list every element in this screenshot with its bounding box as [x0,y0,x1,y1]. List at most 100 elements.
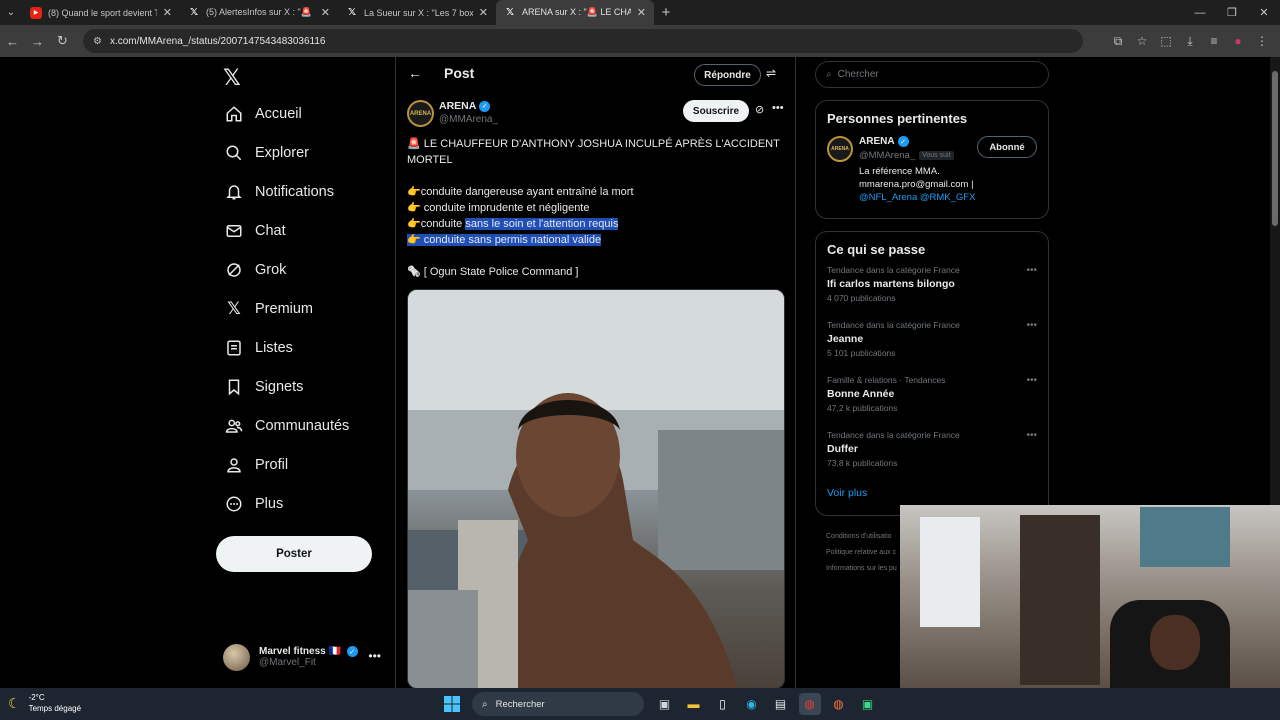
weather-widget[interactable]: ☾ -2°C Temps dégagé [8,692,81,714]
x-icon: 𝕏 [505,7,515,18]
restore-icon[interactable]: ❐ [1216,0,1248,25]
search-placeholder: Chercher [837,69,879,80]
nav-item-explorer[interactable]: Explorer [223,138,309,168]
trend-item[interactable]: Famille & relations · Tendances Bonne An… [827,375,1037,430]
close-tab-icon[interactable]: ✕ [163,6,172,19]
browser-tab-active[interactable]: 𝕏 ARENA sur X : "🚨 LE CHAUFFE ✕ [496,0,654,25]
nav-item-premium[interactable]: 𝕏 Premium [223,294,313,324]
more-dots-icon[interactable]: ••• [1026,265,1037,276]
scrollbar-thumb[interactable] [1272,71,1278,226]
reload-icon[interactable]: ↻ [50,33,75,49]
media-icon[interactable]: ≡ [1202,34,1226,48]
taskbar-search-label: Rechercher [495,698,545,710]
url-field[interactable]: ⚙ x.com/MMArena_/status/2007147543483036… [83,29,1083,53]
trend-item[interactable]: Tendance dans la catégorie France Duffer… [827,430,1037,485]
nav-item-listes[interactable]: Listes [223,333,293,363]
nav-item-grok[interactable]: Grok [223,255,286,285]
nav-item-plus[interactable]: Plus [223,489,283,519]
footer-link[interactable]: Politique relative aux c [826,545,906,561]
relevant-person[interactable]: ARENA ARENA ✓ @MMArena_ Vous suit Abonné L… [827,134,1037,214]
settings-sliders-icon[interactable]: ⇌ [766,66,776,80]
bio-links[interactable]: @NFL_Arena @RMK_GFX [859,191,1039,204]
post-header: ← Post Répondre ⇌ [396,57,795,91]
menu-dots-icon[interactable]: ⋮ [1250,34,1274,48]
close-window-icon[interactable]: ✕ [1248,0,1280,25]
firefox-icon[interactable]: ◍ [828,693,850,715]
author-name[interactable]: ARENA ✓ [439,100,491,112]
see-more-link[interactable]: Voir plus [827,487,1037,499]
notepad-icon[interactable]: ▯ [712,693,734,715]
file-explorer-icon[interactable]: ▬ [683,693,705,715]
grok-icon[interactable]: ⊘ [755,103,764,116]
minimize-icon[interactable]: — [1184,0,1216,25]
author-handle[interactable]: @MMArena_ [439,114,498,125]
person-icon [223,456,245,474]
weather-temp: -2°C [28,693,45,702]
windows-taskbar: ☾ -2°C Temps dégagé ⌕ Rechercher ▣ ▬ ▯ ◉ … [0,688,1280,720]
extensions-icon[interactable]: ⬚ [1154,34,1178,48]
chrome-icon[interactable]: ◍ [798,693,821,715]
bell-icon [223,183,245,201]
nav-label: Grok [255,262,287,278]
forward-arrow-icon[interactable]: → [25,34,50,49]
close-tab-icon[interactable]: ✕ [321,6,330,19]
close-tab-icon[interactable]: ✕ [637,6,646,19]
browser-tab[interactable]: 𝕏 (5) AlertesInfos sur X : "🚨 FLAS ✕ [180,0,338,25]
post-line-selected: 👉 conduite sans permis national valide [407,234,602,246]
person-name[interactable]: ARENA ✓ [859,136,909,147]
tab-title: ARENA sur X : "🚨 LE CHAUFFE [522,7,631,17]
close-tab-icon[interactable]: ✕ [479,6,488,19]
account-switcher[interactable]: Marvel fitness 🇫🇷 ✓ @Marvel_Fit ••• [223,641,393,673]
browser-tab[interactable]: ▶ (8) Quand le sport devient TOX ✕ [22,0,180,25]
back-arrow-icon[interactable]: ← [408,65,422,81]
nav-item-chat[interactable]: Chat [223,216,286,246]
avatar[interactable]: ARENA [407,100,434,127]
more-dots-icon[interactable]: ••• [1026,320,1037,331]
post-line: 🚨 LE CHAUFFEUR D'ANTHONY JOSHUA INCULPÉ … [407,138,780,166]
more-dots-icon[interactable]: ••• [1026,375,1037,386]
cast-icon[interactable]: ⧉ [1106,34,1130,49]
following-button[interactable]: Abonné [977,136,1037,158]
more-dots-icon[interactable]: ••• [368,649,381,663]
nav-item-signets[interactable]: Signets [223,372,303,402]
trend-item[interactable]: Tendance dans la catégorie France Jeanne… [827,320,1037,375]
browser-tab[interactable]: 𝕏 La Sueur sur X : "Les 7 boxeurs ✕ [338,0,496,25]
tab-list-chevron-icon[interactable]: ⌄ [0,0,22,25]
new-tab-plus-icon[interactable]: + [654,4,678,21]
search-icon: ⌕ [826,69,832,80]
store-icon[interactable]: ▤ [770,693,792,715]
more-dots-icon[interactable]: ••• [772,102,784,114]
x-logo-icon[interactable]: 𝕏 [223,65,241,91]
edge-icon[interactable]: ◉ [741,693,763,715]
taskbar-search[interactable]: ⌕ Rechercher [472,692,644,716]
footer-link[interactable]: Conditions d'utilisatio [826,529,906,545]
subscribe-button[interactable]: Souscrire [683,100,749,122]
nav-item-notifications[interactable]: Notifications [223,177,334,207]
avatar[interactable]: ARENA [827,136,853,162]
nav-item-communautes[interactable]: Communautés [223,411,349,441]
reply-button[interactable]: Répondre [694,64,761,86]
site-info-icon[interactable]: ⚙ [93,36,102,47]
search-input[interactable]: ⌕ Chercher [815,61,1049,88]
nav-label: Explorer [255,145,309,161]
nav-item-accueil[interactable]: Accueil [223,99,302,129]
footer-link[interactable]: Informations sur les pu [826,561,906,577]
profile-icon[interactable]: ● [1226,34,1250,48]
post-image[interactable] [407,289,785,688]
windows-start-icon[interactable] [441,693,463,715]
bookmark-star-icon[interactable]: ☆ [1130,34,1154,48]
follows-you-badge: Vous suit [919,151,954,160]
back-arrow-icon[interactable]: ← [0,34,25,49]
person-handle[interactable]: @MMArena_ Vous suit [859,150,954,161]
download-icon[interactable]: ⤓ [1178,34,1202,49]
post-button[interactable]: Poster [216,536,372,572]
more-dots-icon[interactable]: ••• [1026,430,1037,441]
task-view-icon[interactable]: ▣ [654,693,676,715]
nav-label: Listes [255,340,293,356]
nav-item-profil[interactable]: Profil [223,450,288,480]
bookmark-icon [223,378,245,396]
mail-icon [223,222,245,240]
game-launcher-icon[interactable]: ▣ [857,693,879,715]
trend-item[interactable]: Tendance dans la catégorie France Ifi ca… [827,265,1037,320]
webcam-poster-background [1140,507,1230,567]
